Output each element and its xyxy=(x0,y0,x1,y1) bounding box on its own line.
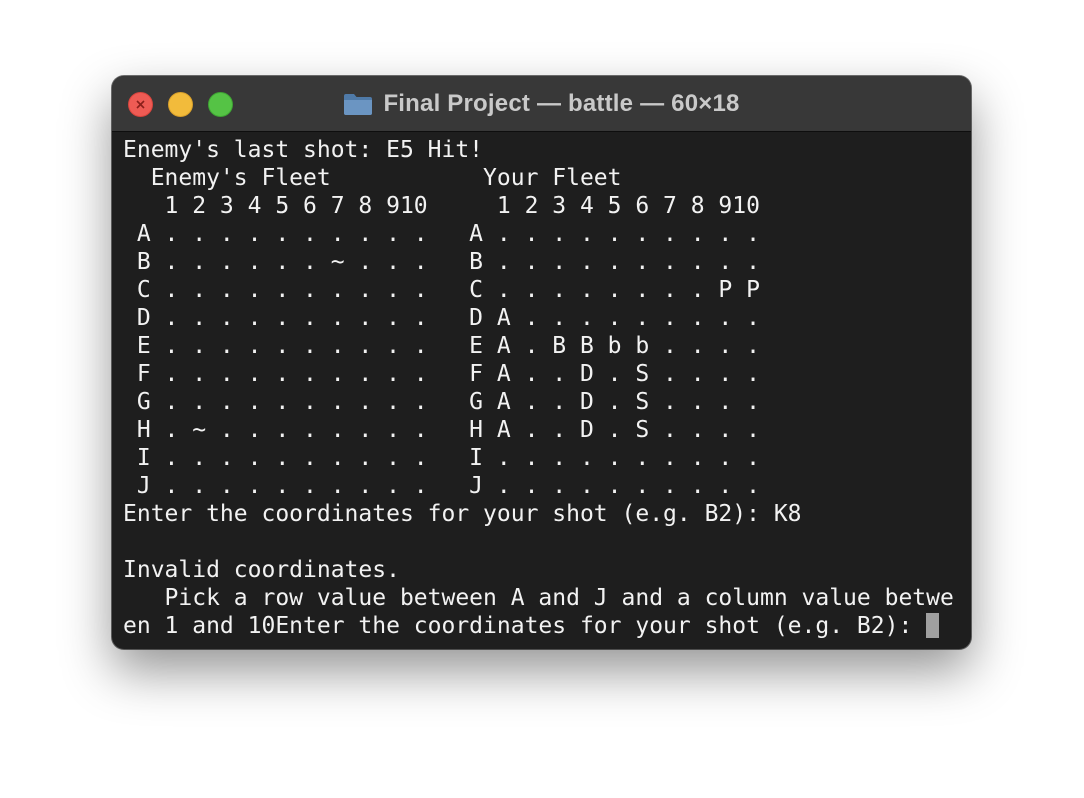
terminal-line: Enemy's Fleet Your Fleet xyxy=(123,165,622,191)
folder-icon xyxy=(344,94,373,115)
title-bar[interactable]: Final Project — battle — 60×18 xyxy=(112,76,971,132)
terminal-line: Enter the coordinates for your shot (e.g… xyxy=(123,501,802,527)
terminal-line: G . . . . . . . . . . G A . . D . S . . … xyxy=(123,389,760,415)
prompt-line[interactable]: en 1 and 10Enter the coordinates for you… xyxy=(123,612,963,640)
terminal-line: 1 2 3 4 5 6 7 8 910 1 2 3 4 5 6 7 8 910 xyxy=(123,193,760,219)
terminal-line: B . . . . . . ~ . . . B . . . . . . . . … xyxy=(123,249,760,275)
terminal-line: Pick a row value between A and J and a c… xyxy=(123,585,954,611)
text-cursor[interactable] xyxy=(926,613,940,638)
terminal-line: E . . . . . . . . . . E A . B B b b . . … xyxy=(123,333,760,359)
window-title: Final Project — battle — 60×18 xyxy=(383,90,740,117)
terminal-line: F . . . . . . . . . . F A . . D . S . . … xyxy=(123,361,760,387)
terminal-line: C . . . . . . . . . . C . . . . . . . . … xyxy=(123,277,760,303)
window-title-group: Final Project — battle — 60×18 xyxy=(112,76,971,132)
terminal-line: I . . . . . . . . . . I . . . . . . . . … xyxy=(123,445,760,471)
terminal-line: Invalid coordinates. xyxy=(123,557,400,583)
terminal-window: Final Project — battle — 60×18 Enemy's l… xyxy=(112,76,971,649)
terminal-line: Enemy's last shot: E5 Hit! xyxy=(123,137,484,163)
terminal-output[interactable]: Enemy's last shot: E5 Hit! Enemy's Fleet… xyxy=(123,136,963,646)
terminal-line: D . . . . . . . . . . D A . . . . . . . … xyxy=(123,305,760,331)
prompt-text: en 1 and 10Enter the coordinates for you… xyxy=(123,613,927,639)
terminal-line: J . . . . . . . . . . J . . . . . . . . … xyxy=(123,473,760,499)
terminal-line: A . . . . . . . . . . A . . . . . . . . … xyxy=(123,221,760,247)
terminal-line: H . ~ . . . . . . . . H A . . D . S . . … xyxy=(123,417,760,443)
